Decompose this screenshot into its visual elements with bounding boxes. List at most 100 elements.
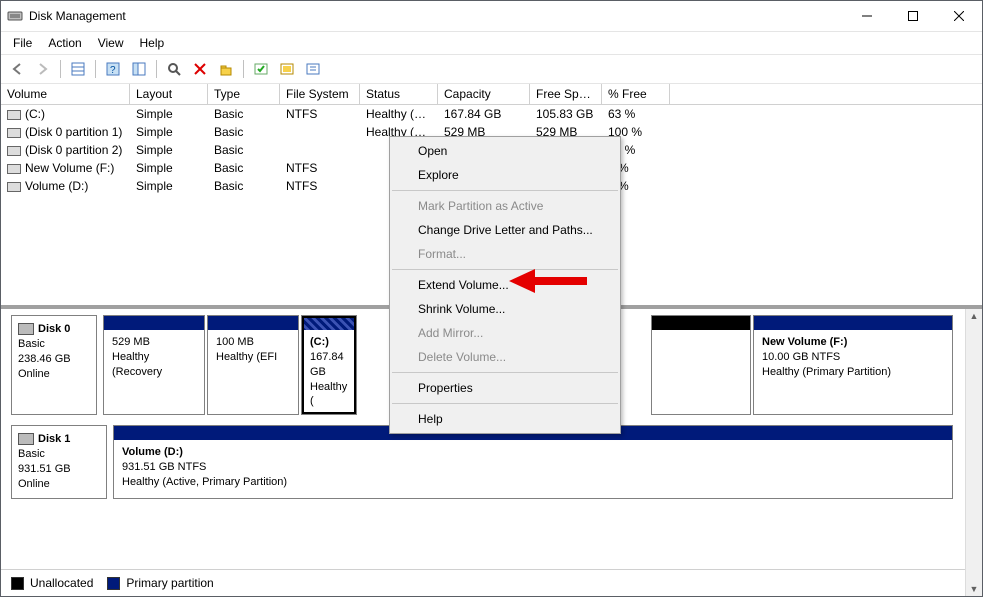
context-menu-item[interactable]: Shrink Volume...	[390, 297, 620, 321]
menu-view[interactable]: View	[90, 34, 132, 52]
toolbar: ?	[1, 54, 982, 84]
context-menu-separator	[392, 403, 618, 404]
app-icon	[7, 8, 23, 24]
disk-row: Disk 1Basic931.51 GBOnlineVolume (D:)931…	[11, 425, 955, 498]
new-volume-button[interactable]	[214, 57, 238, 81]
action-b-button[interactable]	[275, 57, 299, 81]
col-freespace[interactable]: Free Spa...	[530, 84, 602, 104]
window-title: Disk Management	[29, 9, 844, 23]
volume-type: Basic	[208, 124, 280, 140]
partition-line: Healthy (EFI	[216, 350, 290, 365]
partition-title: New Volume (F:)	[762, 335, 944, 350]
disk-info[interactable]: Disk 1Basic931.51 GBOnline	[11, 425, 107, 498]
col-spacer	[670, 84, 982, 104]
context-menu-separator	[392, 372, 618, 373]
svg-text:?: ?	[110, 65, 116, 76]
partition-line: Healthy (Recovery	[112, 350, 196, 380]
scroll-up-icon[interactable]: ▲	[970, 311, 979, 321]
minimize-button[interactable]	[844, 1, 890, 31]
menu-action[interactable]: Action	[40, 34, 89, 52]
panel-button[interactable]	[127, 57, 151, 81]
volume-fs: NTFS	[280, 106, 360, 122]
help-button[interactable]: ?	[101, 57, 125, 81]
volume-status: Healthy (B...	[360, 106, 438, 122]
volume-list-header: Volume Layout Type File System Status Ca…	[1, 84, 982, 105]
volume-layout: Simple	[130, 106, 208, 122]
partition[interactable]: 529 MBHealthy (Recovery	[103, 315, 205, 415]
col-type[interactable]: Type	[208, 84, 280, 104]
disk-name: Disk 1	[38, 433, 70, 445]
volume-layout: Simple	[130, 160, 208, 176]
partition-stripe	[302, 316, 356, 330]
volume-fs	[280, 124, 360, 140]
col-filesystem[interactable]: File System	[280, 84, 360, 104]
window-controls	[844, 1, 982, 31]
partition-line: Healthy (Primary Partition)	[762, 365, 944, 380]
action-c-button[interactable]	[301, 57, 325, 81]
partition[interactable]: (C:)167.84 GBHealthy (	[301, 315, 357, 415]
menubar: File Action View Help	[1, 32, 982, 54]
volume-capacity: 167.84 GB	[438, 106, 530, 122]
disk-icon	[18, 323, 34, 335]
delete-button[interactable]	[188, 57, 212, 81]
partition[interactable]: 100 MBHealthy (EFI	[207, 315, 299, 415]
context-menu-separator	[392, 269, 618, 270]
forward-button[interactable]	[31, 57, 55, 81]
partition-line: 529 MB	[112, 335, 196, 350]
partition-unallocated[interactable]	[651, 315, 751, 415]
partition-stripe	[754, 316, 952, 330]
volume-layout: Simple	[130, 142, 208, 158]
col-status[interactable]: Status	[360, 84, 438, 104]
volume-icon	[7, 146, 21, 156]
legend: Unallocated Primary partition	[1, 569, 965, 596]
volume-pct: 63 %	[602, 106, 670, 122]
context-menu-item[interactable]: Explore	[390, 163, 620, 187]
volume-row[interactable]: (C:)SimpleBasicNTFSHealthy (B...167.84 G…	[1, 105, 982, 123]
context-menu: OpenExplore Mark Partition as ActiveChang…	[389, 136, 621, 434]
context-menu-item: Format...	[390, 242, 620, 266]
back-button[interactable]	[5, 57, 29, 81]
partition-title: (C:)	[310, 335, 348, 350]
context-menu-item[interactable]: Change Drive Letter and Paths...	[390, 218, 620, 242]
col-layout[interactable]: Layout	[130, 84, 208, 104]
titlebar: Disk Management	[1, 1, 982, 32]
disk-management-window: Disk Management File Action View Help ?	[0, 0, 983, 597]
volume-icon	[7, 110, 21, 120]
action-a-button[interactable]	[249, 57, 273, 81]
menu-file[interactable]: File	[5, 34, 40, 52]
scroll-down-icon[interactable]: ▼	[970, 584, 979, 594]
disk-status: Online	[18, 477, 100, 492]
col-capacity[interactable]: Capacity	[438, 84, 530, 104]
partition[interactable]: Volume (D:)931.51 GB NTFSHealthy (Active…	[113, 425, 953, 498]
col-pctfree[interactable]: % Free	[602, 84, 670, 104]
maximize-button[interactable]	[890, 1, 936, 31]
partition-line: Healthy (	[310, 380, 348, 410]
partition-line: 931.51 GB NTFS	[122, 460, 944, 475]
close-button[interactable]	[936, 1, 982, 31]
partition-stripe	[652, 316, 750, 330]
col-volume[interactable]: Volume	[1, 84, 130, 104]
context-menu-item[interactable]: Extend Volume...	[390, 273, 620, 297]
context-menu-item: Delete Volume...	[390, 345, 620, 369]
details-button[interactable]	[66, 57, 90, 81]
context-menu-item: Add Mirror...	[390, 321, 620, 345]
context-menu-item[interactable]: Properties	[390, 376, 620, 400]
menu-help[interactable]: Help	[132, 34, 173, 52]
volume-name: (Disk 0 partition 2)	[25, 143, 122, 157]
partition[interactable]: New Volume (F:)10.00 GB NTFSHealthy (Pri…	[753, 315, 953, 415]
context-menu-item[interactable]: Open	[390, 139, 620, 163]
rescan-button[interactable]	[162, 57, 186, 81]
legend-unallocated: Unallocated	[11, 576, 93, 590]
context-menu-item[interactable]: Help	[390, 407, 620, 431]
volume-name: Volume (D:)	[25, 179, 88, 193]
partition-title: Volume (D:)	[122, 445, 944, 460]
disk-type: Basic	[18, 447, 100, 462]
partition-container: Volume (D:)931.51 GB NTFSHealthy (Active…	[113, 425, 955, 498]
disk-name: Disk 0	[38, 323, 70, 335]
volume-icon	[7, 164, 21, 174]
partition-stripe	[104, 316, 204, 330]
vertical-scrollbar[interactable]: ▲ ▼	[965, 309, 982, 596]
disk-info[interactable]: Disk 0Basic238.46 GBOnline	[11, 315, 97, 415]
partition-stripe	[208, 316, 298, 330]
context-menu-item: Mark Partition as Active	[390, 194, 620, 218]
